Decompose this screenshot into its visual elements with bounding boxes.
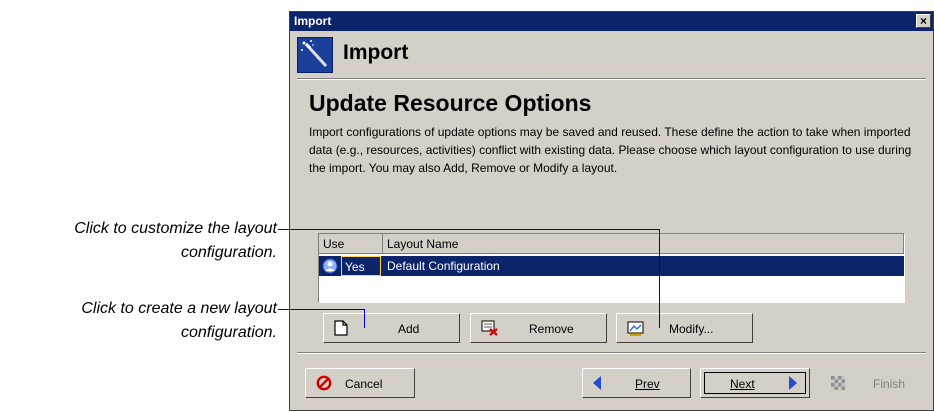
table-header: Use Layout Name	[319, 234, 904, 254]
arrow-right-icon	[788, 376, 798, 393]
checkered-flag-icon	[831, 376, 845, 393]
new-document-icon	[334, 320, 348, 339]
remove-button[interactable]: Remove	[470, 313, 607, 343]
cancel-button[interactable]: Cancel	[305, 368, 415, 398]
modify-icon	[627, 321, 645, 340]
import-dialog: Import × Import Update Resource Options …	[289, 11, 934, 411]
row-layout-name: Default Configuration	[387, 259, 500, 273]
callout-modify-line1: Click to customize the layout	[74, 220, 277, 237]
finish-button[interactable]: Finish	[820, 368, 926, 398]
callout-modify-line2: configuration.	[180, 244, 277, 261]
next-button-label: Next	[730, 377, 755, 391]
modify-button[interactable]: Modify...	[616, 313, 753, 343]
next-button[interactable]: Next	[700, 368, 810, 398]
callout-add: Click to create a new layout configurati…	[81, 297, 277, 345]
user-config-icon	[322, 258, 338, 274]
close-icon[interactable]: ×	[916, 14, 931, 28]
header-title: Import	[343, 41, 409, 64]
remove-icon	[481, 320, 499, 339]
header-divider	[297, 78, 926, 80]
row-use-value[interactable]: Yes	[341, 256, 381, 276]
finish-button-label: Finish	[873, 377, 906, 391]
page-description: Import configurations of update options …	[309, 125, 912, 175]
dialog-header: Import	[297, 35, 926, 75]
arrow-left-icon	[592, 376, 602, 393]
column-header-layout-name[interactable]: Layout Name	[383, 234, 904, 254]
table-row[interactable]: Yes Default Configuration	[319, 256, 904, 276]
callout-add-line1: Click to create a new layout	[81, 300, 277, 317]
footer-divider	[297, 352, 926, 354]
callout-modify-line-vertical	[659, 229, 660, 328]
callout-add-line-vertical	[364, 309, 365, 328]
layout-table[interactable]: Use Layout Name Yes Default Configuratio…	[318, 233, 905, 303]
prev-button-label: Prev	[635, 377, 660, 391]
prev-button[interactable]: Prev	[582, 368, 691, 398]
callout-modify: Click to customize the layout configurat…	[74, 217, 277, 265]
window-title: Import	[294, 14, 332, 28]
modify-button-label: Modify...	[669, 322, 714, 336]
cancel-button-label: Cancel	[345, 377, 383, 391]
column-header-use[interactable]: Use	[319, 234, 383, 254]
title-bar: Import ×	[290, 12, 933, 31]
callout-modify-line-horizontal	[278, 229, 659, 230]
page-title: Update Resource Options	[309, 90, 592, 116]
cancel-icon	[316, 375, 332, 394]
callout-add-line-horizontal	[278, 309, 364, 310]
magic-wand-icon	[297, 37, 333, 73]
add-button[interactable]: Add	[323, 313, 460, 343]
remove-button-label: Remove	[529, 322, 574, 336]
content-area: Update Resource Options Import configura…	[309, 90, 919, 177]
callout-add-line2: configuration.	[180, 324, 277, 341]
add-button-label: Add	[398, 322, 420, 336]
